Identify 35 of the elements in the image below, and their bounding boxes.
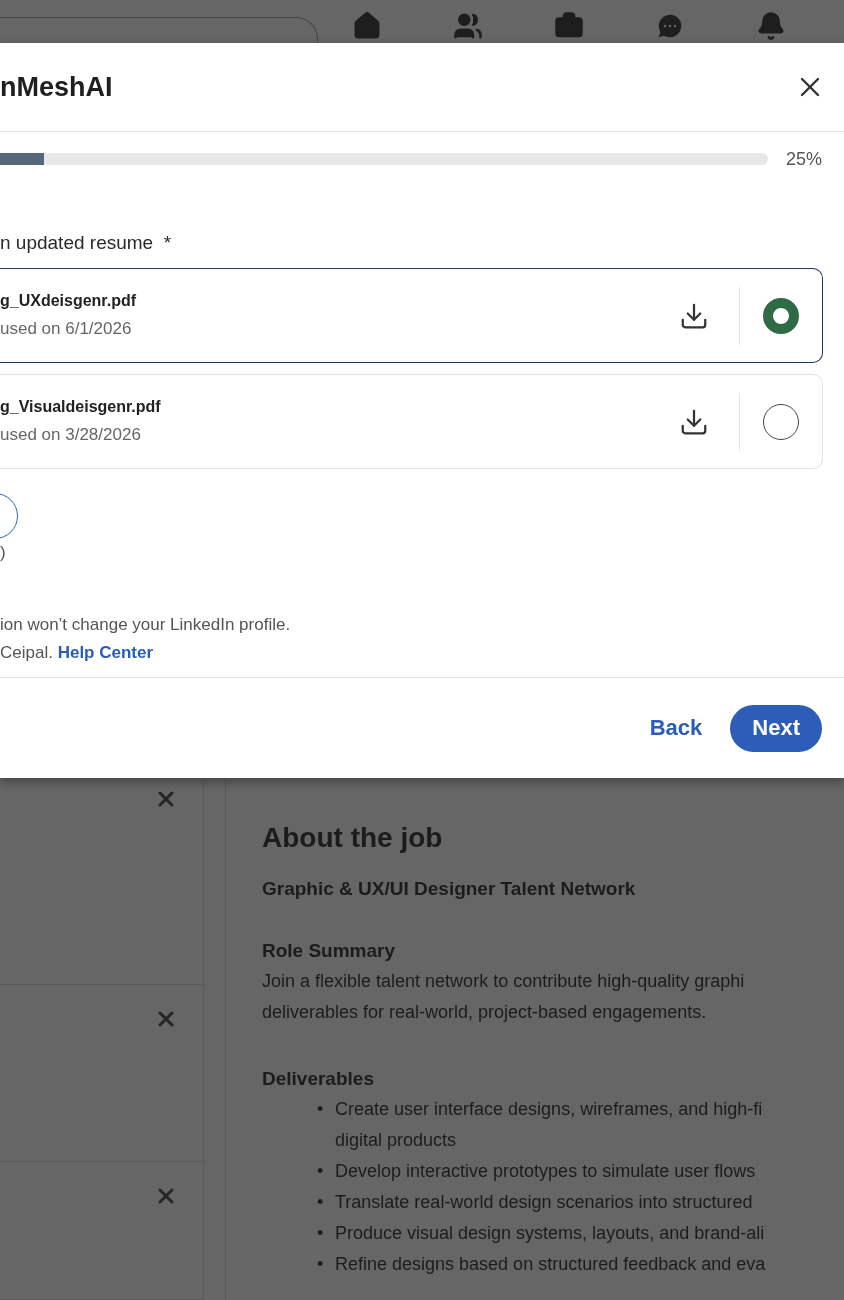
disclaimer-text: ion won’t change your LinkedIn profile. bbox=[0, 615, 292, 635]
chat-icon[interactable] bbox=[655, 11, 685, 41]
progress-percent: 25% bbox=[785, 148, 822, 170]
dialog-title: nMeshAI bbox=[0, 71, 113, 103]
people-icon[interactable] bbox=[453, 11, 483, 41]
bullet-item: Produce visual design systems, layouts, and brand-ali bbox=[335, 1222, 765, 1245]
last-used-date: used on 3/28/2026 bbox=[0, 425, 142, 445]
help-center-link[interactable]: Help Center bbox=[57, 643, 154, 662]
policy-text: Ceipal. Help Center bbox=[0, 643, 155, 663]
field-label: n updated resume * bbox=[0, 232, 173, 254]
section-title: Role Summary bbox=[262, 940, 397, 962]
bullet-marker: • bbox=[317, 1253, 325, 1276]
resume-card[interactable]: g_Visualdeisgenr.pdf used on 3/28/2026 bbox=[0, 374, 823, 469]
file-name: g_UXdeisgenr.pdf bbox=[0, 292, 138, 310]
bullet-item: Develop interactive prototypes to simulate user flows bbox=[335, 1160, 756, 1183]
bell-icon[interactable] bbox=[756, 11, 786, 41]
bullet-marker: • bbox=[317, 1222, 325, 1245]
section-heading: About the job bbox=[262, 822, 444, 854]
bullet-item: Create user interface designs, wireframes, and high-fi digital products bbox=[335, 1098, 763, 1152]
bullet-marker: • bbox=[317, 1191, 325, 1214]
file-name: g_Visualdeisgenr.pdf bbox=[0, 398, 162, 416]
bullet-marker: • bbox=[317, 1098, 325, 1121]
radio-button[interactable] bbox=[763, 297, 799, 334]
back-button[interactable]: Back bbox=[643, 714, 709, 742]
section-title: Deliverables bbox=[262, 1068, 375, 1090]
next-button[interactable]: Next bbox=[730, 704, 822, 752]
last-used-date: used on 6/1/2026 bbox=[0, 319, 133, 339]
bullet-item: Translate real-world design scenarios into structured bbox=[335, 1191, 753, 1214]
bullet-marker: • bbox=[317, 1160, 325, 1183]
job-subtitle: Graphic & UX/UI Designer Talent Network bbox=[262, 878, 637, 900]
bullet-item: Refine designs based on structured feedback and eva bbox=[335, 1253, 766, 1276]
home-icon[interactable] bbox=[352, 11, 382, 41]
resume-card[interactable]: g_UXdeisgenr.pdf used on 6/1/2026 bbox=[0, 268, 823, 363]
note-text: ) bbox=[0, 543, 7, 563]
paragraph-text: Join a flexible talent network to contribute high-quality graphi deliverables for real-world, project-based engagements. bbox=[262, 970, 746, 1024]
